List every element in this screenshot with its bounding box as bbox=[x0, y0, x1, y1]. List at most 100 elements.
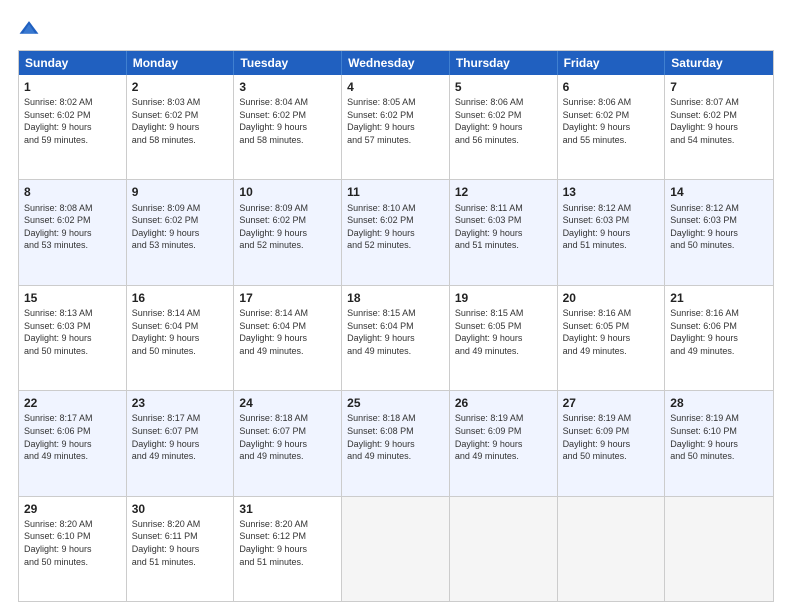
cal-cell-day-6: 6Sunrise: 8:06 AMSunset: 6:02 PMDaylight… bbox=[558, 75, 666, 179]
cell-line: and 49 minutes. bbox=[455, 345, 552, 358]
cell-line: Daylight: 9 hours bbox=[455, 438, 552, 451]
cell-line: Sunrise: 8:16 AM bbox=[670, 307, 768, 320]
cell-line: Sunset: 6:02 PM bbox=[455, 109, 552, 122]
cell-line: Daylight: 9 hours bbox=[132, 543, 229, 556]
day-number: 17 bbox=[239, 290, 336, 306]
cell-line: Sunrise: 8:17 AM bbox=[24, 412, 121, 425]
cal-cell-empty bbox=[450, 497, 558, 601]
cell-line: Sunset: 6:02 PM bbox=[132, 214, 229, 227]
cell-line: Sunrise: 8:20 AM bbox=[24, 518, 121, 531]
day-number: 3 bbox=[239, 79, 336, 95]
cell-line: Daylight: 9 hours bbox=[670, 121, 768, 134]
cell-line: Sunrise: 8:09 AM bbox=[239, 202, 336, 215]
cell-line: and 50 minutes. bbox=[670, 450, 768, 463]
header-day-monday: Monday bbox=[127, 51, 235, 75]
cell-line: Daylight: 9 hours bbox=[455, 121, 552, 134]
cell-line: Sunset: 6:05 PM bbox=[455, 320, 552, 333]
day-number: 9 bbox=[132, 184, 229, 200]
cell-line: and 49 minutes. bbox=[239, 345, 336, 358]
cell-line: Sunset: 6:09 PM bbox=[455, 425, 552, 438]
cell-line: Daylight: 9 hours bbox=[132, 121, 229, 134]
cal-cell-day-13: 13Sunrise: 8:12 AMSunset: 6:03 PMDayligh… bbox=[558, 180, 666, 284]
header-day-thursday: Thursday bbox=[450, 51, 558, 75]
cell-line: and 51 minutes. bbox=[239, 556, 336, 569]
day-number: 26 bbox=[455, 395, 552, 411]
cell-line: and 58 minutes. bbox=[132, 134, 229, 147]
cal-cell-day-29: 29Sunrise: 8:20 AMSunset: 6:10 PMDayligh… bbox=[19, 497, 127, 601]
logo bbox=[18, 18, 44, 40]
cell-line: Sunrise: 8:08 AM bbox=[24, 202, 121, 215]
cell-line: and 57 minutes. bbox=[347, 134, 444, 147]
cell-line: Daylight: 9 hours bbox=[347, 438, 444, 451]
cell-line: Daylight: 9 hours bbox=[670, 438, 768, 451]
header-day-tuesday: Tuesday bbox=[234, 51, 342, 75]
cal-cell-day-26: 26Sunrise: 8:19 AMSunset: 6:09 PMDayligh… bbox=[450, 391, 558, 495]
cell-line: Sunset: 6:06 PM bbox=[670, 320, 768, 333]
cell-line: Sunrise: 8:14 AM bbox=[132, 307, 229, 320]
cell-line: and 50 minutes. bbox=[24, 345, 121, 358]
day-number: 8 bbox=[24, 184, 121, 200]
cell-line: Sunrise: 8:20 AM bbox=[132, 518, 229, 531]
cell-line: and 49 minutes. bbox=[670, 345, 768, 358]
cell-line: Sunrise: 8:17 AM bbox=[132, 412, 229, 425]
cell-line: Sunset: 6:02 PM bbox=[670, 109, 768, 122]
cell-line: and 56 minutes. bbox=[455, 134, 552, 147]
cell-line: Sunset: 6:04 PM bbox=[239, 320, 336, 333]
cell-line: Sunset: 6:11 PM bbox=[132, 530, 229, 543]
cal-cell-day-24: 24Sunrise: 8:18 AMSunset: 6:07 PMDayligh… bbox=[234, 391, 342, 495]
cell-line: Sunset: 6:04 PM bbox=[347, 320, 444, 333]
day-number: 29 bbox=[24, 501, 121, 517]
cell-line: Sunset: 6:02 PM bbox=[347, 214, 444, 227]
cell-line: Daylight: 9 hours bbox=[347, 227, 444, 240]
cell-line: Sunset: 6:02 PM bbox=[24, 109, 121, 122]
header bbox=[18, 18, 774, 40]
cal-row-2: 8Sunrise: 8:08 AMSunset: 6:02 PMDaylight… bbox=[19, 179, 773, 284]
cal-cell-day-30: 30Sunrise: 8:20 AMSunset: 6:11 PMDayligh… bbox=[127, 497, 235, 601]
cell-line: Daylight: 9 hours bbox=[239, 332, 336, 345]
cell-line: Daylight: 9 hours bbox=[455, 227, 552, 240]
day-number: 4 bbox=[347, 79, 444, 95]
calendar-body: 1Sunrise: 8:02 AMSunset: 6:02 PMDaylight… bbox=[19, 75, 773, 601]
cell-line: Sunset: 6:02 PM bbox=[24, 214, 121, 227]
cell-line: and 49 minutes. bbox=[132, 450, 229, 463]
cell-line: Sunrise: 8:11 AM bbox=[455, 202, 552, 215]
cell-line: Sunset: 6:07 PM bbox=[132, 425, 229, 438]
cell-line: Sunset: 6:07 PM bbox=[239, 425, 336, 438]
logo-icon bbox=[18, 18, 40, 40]
cell-line: Daylight: 9 hours bbox=[132, 332, 229, 345]
cell-line: Sunrise: 8:07 AM bbox=[670, 96, 768, 109]
cell-line: Sunset: 6:02 PM bbox=[563, 109, 660, 122]
cell-line: and 49 minutes. bbox=[239, 450, 336, 463]
cell-line: Daylight: 9 hours bbox=[239, 543, 336, 556]
cell-line: Sunset: 6:02 PM bbox=[239, 109, 336, 122]
cal-cell-day-7: 7Sunrise: 8:07 AMSunset: 6:02 PMDaylight… bbox=[665, 75, 773, 179]
cell-line: Sunrise: 8:19 AM bbox=[563, 412, 660, 425]
cell-line: Daylight: 9 hours bbox=[239, 227, 336, 240]
cell-line: and 53 minutes. bbox=[24, 239, 121, 252]
cell-line: and 52 minutes. bbox=[347, 239, 444, 252]
cal-cell-day-3: 3Sunrise: 8:04 AMSunset: 6:02 PMDaylight… bbox=[234, 75, 342, 179]
cal-cell-day-23: 23Sunrise: 8:17 AMSunset: 6:07 PMDayligh… bbox=[127, 391, 235, 495]
cal-cell-day-27: 27Sunrise: 8:19 AMSunset: 6:09 PMDayligh… bbox=[558, 391, 666, 495]
cal-cell-day-28: 28Sunrise: 8:19 AMSunset: 6:10 PMDayligh… bbox=[665, 391, 773, 495]
cell-line: Sunrise: 8:05 AM bbox=[347, 96, 444, 109]
day-number: 21 bbox=[670, 290, 768, 306]
cal-cell-day-18: 18Sunrise: 8:15 AMSunset: 6:04 PMDayligh… bbox=[342, 286, 450, 390]
cal-cell-day-11: 11Sunrise: 8:10 AMSunset: 6:02 PMDayligh… bbox=[342, 180, 450, 284]
cell-line: Daylight: 9 hours bbox=[132, 438, 229, 451]
cal-cell-day-12: 12Sunrise: 8:11 AMSunset: 6:03 PMDayligh… bbox=[450, 180, 558, 284]
header-day-saturday: Saturday bbox=[665, 51, 773, 75]
cell-line: and 51 minutes. bbox=[563, 239, 660, 252]
day-number: 31 bbox=[239, 501, 336, 517]
cal-row-5: 29Sunrise: 8:20 AMSunset: 6:10 PMDayligh… bbox=[19, 496, 773, 601]
cell-line: Sunset: 6:02 PM bbox=[132, 109, 229, 122]
cell-line: Sunrise: 8:15 AM bbox=[455, 307, 552, 320]
cell-line: Sunset: 6:02 PM bbox=[347, 109, 444, 122]
cell-line: Daylight: 9 hours bbox=[24, 543, 121, 556]
cal-cell-day-2: 2Sunrise: 8:03 AMSunset: 6:02 PMDaylight… bbox=[127, 75, 235, 179]
cell-line: and 58 minutes. bbox=[239, 134, 336, 147]
cell-line: Daylight: 9 hours bbox=[347, 121, 444, 134]
cell-line: Sunrise: 8:03 AM bbox=[132, 96, 229, 109]
page: SundayMondayTuesdayWednesdayThursdayFrid… bbox=[0, 0, 792, 612]
day-number: 16 bbox=[132, 290, 229, 306]
